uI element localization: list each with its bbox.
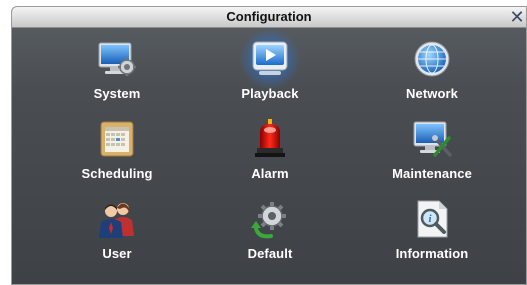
close-icon: ✕ xyxy=(509,7,525,27)
menu-item-label: Playback xyxy=(241,86,299,101)
title-bar: Configuration ✕ xyxy=(12,7,526,28)
users-icon xyxy=(96,198,138,240)
menu-item-label: Scheduling xyxy=(81,166,153,181)
menu-item-label: System xyxy=(93,86,141,101)
monitor-tools-icon xyxy=(411,118,453,160)
configuration-window: Configuration ✕ System Playback Network … xyxy=(11,6,527,285)
menu-item-network[interactable]: Network xyxy=(357,28,507,110)
menu-item-alarm[interactable]: Alarm xyxy=(195,108,345,190)
menu-item-label: Default xyxy=(247,246,293,261)
menu-item-information[interactable]: i Information xyxy=(357,188,507,270)
menu-item-label: Information xyxy=(395,246,469,261)
siren-icon xyxy=(249,118,291,160)
configuration-menu-grid: System Playback Network Scheduling Alarm… xyxy=(12,28,526,284)
menu-item-scheduling[interactable]: Scheduling xyxy=(42,108,192,190)
globe-icon xyxy=(411,38,453,80)
menu-item-label: Alarm xyxy=(251,166,289,181)
menu-item-label: Maintenance xyxy=(392,166,472,181)
close-button[interactable]: ✕ xyxy=(508,8,526,26)
menu-item-maintenance[interactable]: Maintenance xyxy=(357,108,507,190)
menu-item-playback[interactable]: Playback xyxy=(195,28,345,110)
calendar-icon xyxy=(96,118,138,160)
window-title: Configuration xyxy=(226,9,312,24)
menu-item-label: User xyxy=(102,246,132,261)
document-magnifier-icon: i xyxy=(411,198,453,240)
playback-icon xyxy=(240,29,300,89)
menu-item-user[interactable]: User xyxy=(42,188,192,270)
menu-item-default[interactable]: Default xyxy=(195,188,345,270)
menu-item-label: Network xyxy=(406,86,458,101)
monitor-gear-icon xyxy=(96,38,138,80)
menu-item-system[interactable]: System xyxy=(42,28,192,110)
reset-gear-icon xyxy=(249,198,291,240)
